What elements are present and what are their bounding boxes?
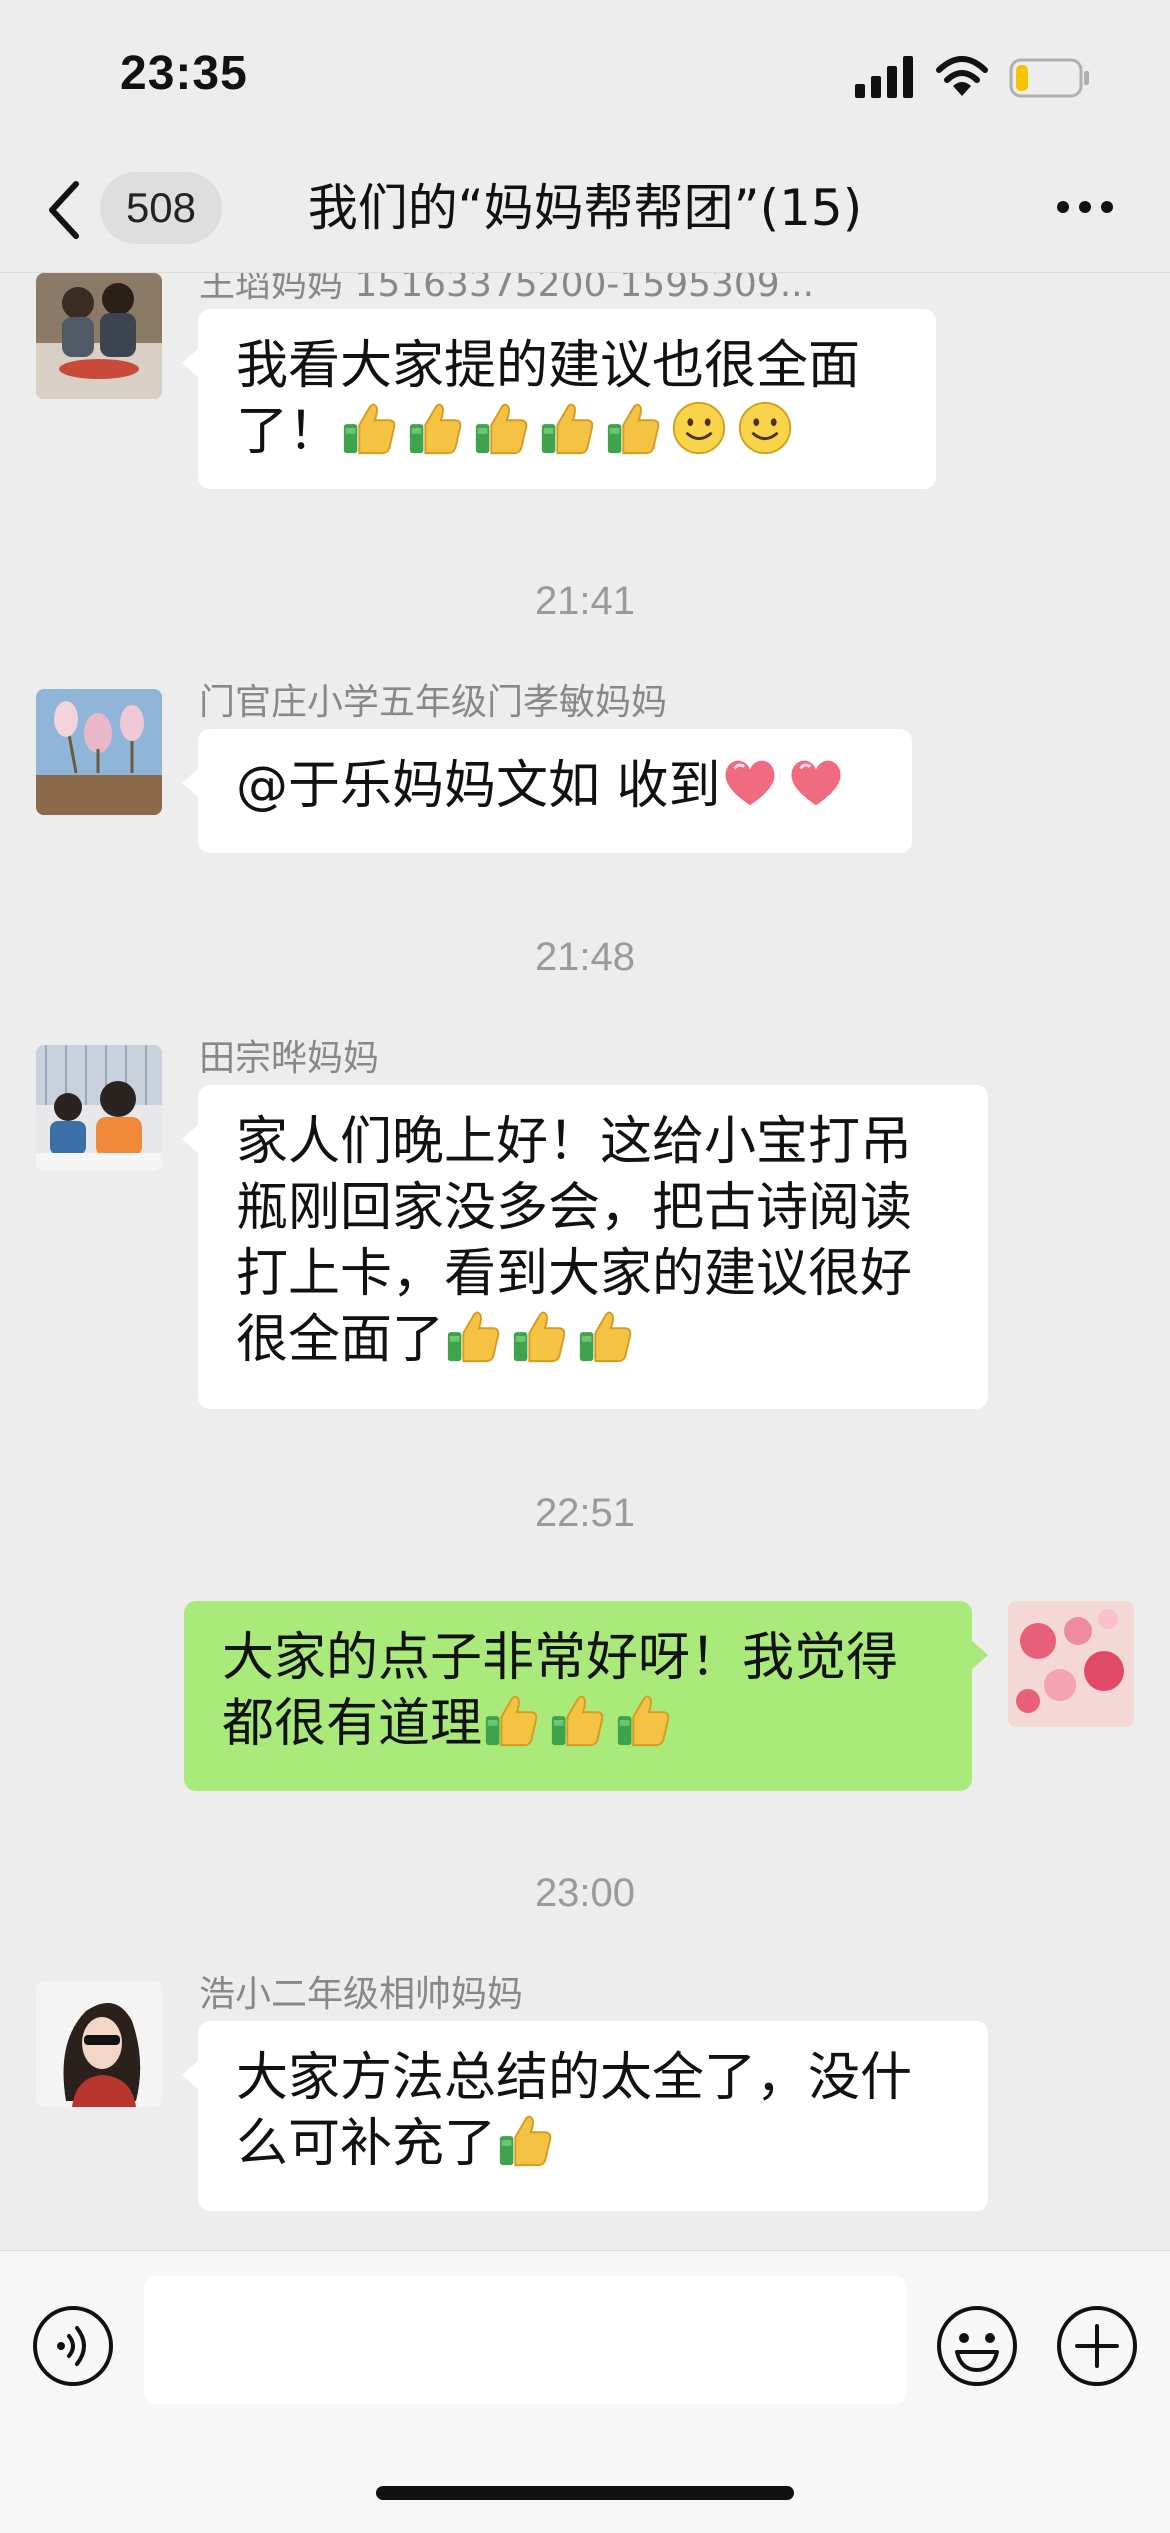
- message-bubble[interactable]: 大家方法总结的太全了，没什么可补充了: [182, 2021, 988, 2211]
- avatar[interactable]: [36, 273, 162, 399]
- unread-count-badge[interactable]: 508: [100, 172, 222, 244]
- heart-icon: [721, 753, 779, 811]
- cellular-signal-icon: [855, 56, 913, 98]
- chevron-left-icon[interactable]: [44, 178, 84, 242]
- thumbs-up-icon: [548, 1691, 606, 1749]
- sender-name: 王瑫妈妈 15163375200-1595309...: [199, 273, 815, 305]
- thumbs-up-icon: [472, 399, 530, 457]
- thumbs-up-icon: [538, 399, 596, 457]
- thumbs-up-icon: [510, 1307, 568, 1365]
- plus-icon[interactable]: [1055, 2304, 1139, 2388]
- thumbs-up-icon: [340, 399, 398, 457]
- battery-icon: [1009, 58, 1089, 98]
- timestamp: 21:48: [534, 935, 636, 979]
- status-bar: 23:35: [0, 0, 1170, 150]
- avatar[interactable]: [36, 1045, 162, 1171]
- avatar[interactable]: [36, 1981, 162, 2107]
- sender-name: 浩小二年级相帅妈妈: [199, 1974, 524, 2015]
- message-text: @于乐妈妈文如 收到: [236, 756, 721, 816]
- sender-name: 田宗晔妈妈: [199, 1038, 380, 1079]
- message-text: 家人们晚上好！这给小宝打吊瓶刚回家没多会，把古诗阅读打上卡，看到大家的建议很好很…: [236, 1112, 913, 1370]
- thumbs-up-icon: [496, 2111, 554, 2169]
- status-time: 23:35: [120, 47, 248, 100]
- sender-name: 门官庄小学五年级门孝敏妈妈: [199, 682, 668, 723]
- timestamp: 23:00: [534, 1871, 636, 1915]
- message-bubble[interactable]: @于乐妈妈文如 收到: [182, 729, 912, 853]
- thumbs-up-icon: [444, 1307, 502, 1365]
- timestamp: 21:41: [534, 579, 636, 623]
- emoji-icon[interactable]: [935, 2304, 1019, 2388]
- smile-icon: [670, 399, 728, 457]
- my-message-bubble[interactable]: 大家的点子非常好呀！我觉得都很有道理: [184, 1601, 988, 1791]
- thumbs-up-icon: [604, 399, 662, 457]
- smile-icon: [736, 399, 794, 457]
- timestamp: 22:51: [534, 1491, 636, 1535]
- chat-title: 我们的“妈妈帮帮团”(15): [307, 179, 863, 237]
- avatar[interactable]: [36, 689, 162, 815]
- message-input[interactable]: [144, 2276, 906, 2404]
- thumbs-up-icon: [406, 399, 464, 457]
- more-dots-icon[interactable]: [1055, 192, 1115, 222]
- my-avatar[interactable]: [1008, 1601, 1134, 1727]
- voice-icon[interactable]: [31, 2304, 115, 2388]
- home-indicator[interactable]: [376, 2486, 794, 2500]
- heart-icon: [787, 753, 845, 811]
- thumbs-up-icon: [576, 1307, 634, 1365]
- wifi-icon: [936, 56, 988, 96]
- message-bubble[interactable]: 我看大家提的建议也很全面了！: [182, 309, 936, 489]
- chat-header: 508 我们的“妈妈帮帮团”(15): [0, 150, 1170, 273]
- chat-message-list[interactable]: 王瑫妈妈 15163375200-1595309... 我看大家提的建议也很全面…: [0, 273, 1170, 2249]
- thumbs-up-icon: [482, 1691, 540, 1749]
- message-text: 大家方法总结的太全了，没什么可补充了: [236, 2048, 913, 2174]
- thumbs-up-icon: [614, 1691, 672, 1749]
- message-bubble[interactable]: 家人们晚上好！这给小宝打吊瓶刚回家没多会，把古诗阅读打上卡，看到大家的建议很好很…: [182, 1085, 988, 1409]
